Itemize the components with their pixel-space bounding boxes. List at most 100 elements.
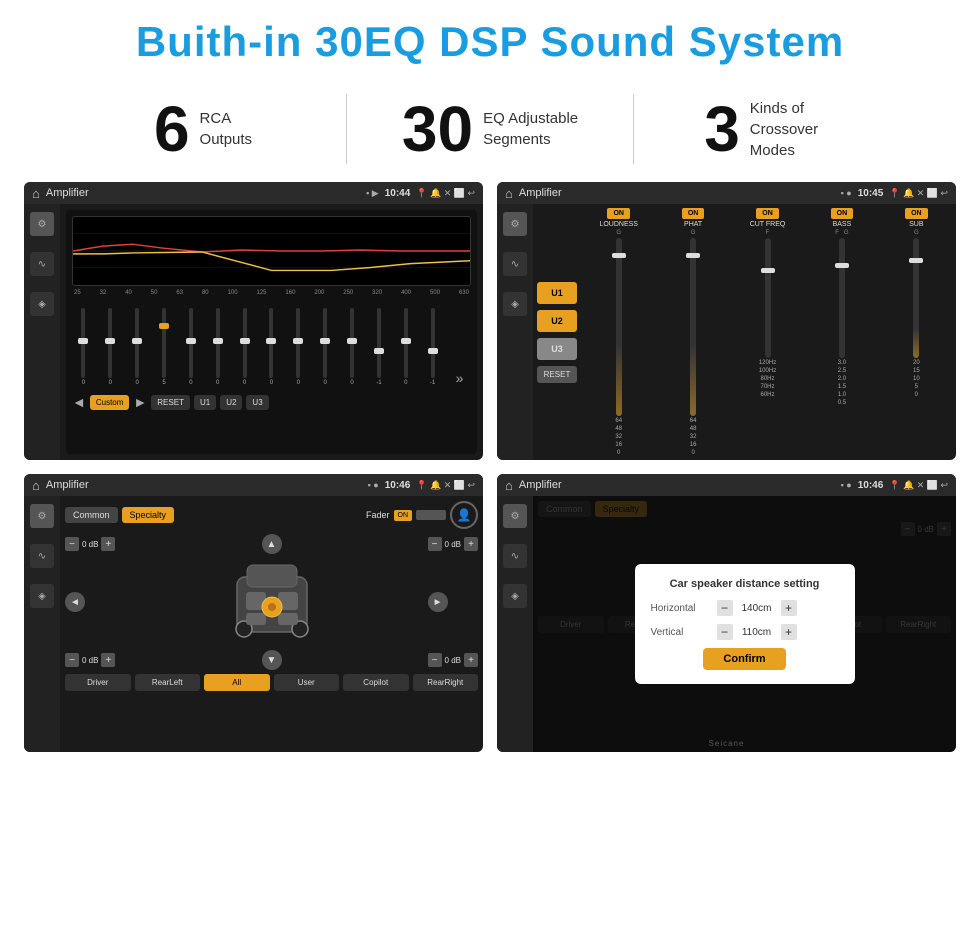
eq-slider-12[interactable]: -1 [367, 308, 390, 386]
eq-slider-10[interactable]: 0 [314, 308, 337, 386]
status-time-4: 10:46 [858, 480, 884, 491]
eq-slider-14[interactable]: -1 [421, 308, 444, 386]
home-icon-3[interactable]: ⌂ [32, 478, 40, 493]
screen-content-2: ⚙ ∿ ◈ U1 U2 U3 RESET [497, 204, 956, 460]
speaker-sidebar-icon-3[interactable]: ◈ [30, 584, 54, 608]
confirm-button[interactable]: Confirm [703, 648, 785, 670]
speaker-layout-3: − 0 dB + ▲ − 0 dB + ◄ [65, 534, 478, 670]
reset-btn[interactable]: RESET [537, 366, 577, 383]
wave-sidebar-icon-4[interactable]: ∿ [503, 544, 527, 568]
rearright-btn-3[interactable]: RearRight [413, 674, 479, 691]
eq-slider-1[interactable]: 0 [72, 308, 95, 386]
u2-btn[interactable]: U2 [537, 310, 577, 332]
horizontal-plus[interactable]: + [781, 600, 797, 616]
left-sidebar-3: ⚙ ∿ ◈ [24, 496, 60, 752]
distance-main: Common Specialty − 0 dB + Driver RearLef… [533, 496, 956, 752]
eq-main-area: 25 32 40 50 63 80 100 125 160 200 250 32… [60, 204, 483, 460]
eq-slider-13[interactable]: 0 [394, 308, 417, 386]
eq-sidebar-icon-4[interactable]: ⚙ [503, 504, 527, 528]
driver-btn-3[interactable]: Driver [65, 674, 131, 691]
horizontal-value: 140cm [737, 603, 777, 614]
stat-rca: 6 RCAOutputs [60, 97, 346, 161]
vertical-plus[interactable]: + [781, 624, 797, 640]
car-top: ▲ [118, 534, 424, 554]
left-sidebar-1: ⚙ ∿ ◈ [24, 204, 60, 460]
eq-slider-7[interactable]: 0 [233, 308, 256, 386]
screen-title-4: Amplifier [519, 479, 835, 491]
eq-sidebar-icon-2[interactable]: ⚙ [503, 212, 527, 236]
status-icons-4: 📍 🔔 ✕ ⬜ ↩ [889, 480, 948, 491]
eq-prev-icon[interactable]: ◄ [72, 394, 86, 410]
nav-right-3[interactable]: ► [428, 592, 448, 612]
eq-slider-3[interactable]: 0 [126, 308, 149, 386]
wave-sidebar-icon-2[interactable]: ∿ [503, 252, 527, 276]
eq-more[interactable]: » [448, 370, 471, 386]
common-tab-3[interactable]: Common [65, 507, 118, 523]
eq-slider-6[interactable]: 0 [206, 308, 229, 386]
dialog-overlay: Car speaker distance setting Horizontal … [533, 496, 956, 752]
home-icon-4[interactable]: ⌂ [505, 478, 513, 493]
status-time-3: 10:46 [385, 480, 411, 491]
copilot-btn-3[interactable]: Copilot [343, 674, 409, 691]
ch-loudness: ON LOUDNESS G 64 48 32 16 0 [583, 208, 654, 456]
eq-sidebar-icon-3[interactable]: ⚙ [30, 504, 54, 528]
eq-screen: ⌂ Amplifier ▪ ▶ 10:44 📍 🔔 ✕ ⬜ ↩ ⚙ ∿ ◈ [24, 182, 483, 460]
eq-u1-btn[interactable]: U1 [194, 395, 216, 410]
status-bar-3: ⌂ Amplifier ▪ ● 10:46 📍 🔔 ✕ ⬜ ↩ [24, 474, 483, 496]
header: Buith-in 30EQ DSP Sound System [0, 0, 980, 76]
eq-slider-5[interactable]: 0 [179, 308, 202, 386]
stat-crossover: 3 Kinds ofCrossover Modes [634, 97, 920, 161]
u-buttons-col: U1 U2 U3 RESET [537, 208, 577, 456]
stat-label-crossover: Kinds ofCrossover Modes [750, 98, 850, 161]
vertical-value: 110cm [737, 627, 777, 638]
all-btn-3[interactable]: All [204, 674, 270, 691]
eq-next-icon[interactable]: ► [133, 394, 147, 410]
stat-number-3: 3 [704, 97, 740, 161]
rearleft-btn-3[interactable]: RearLeft [135, 674, 201, 691]
stats-row: 6 RCAOutputs 30 EQ AdjustableSegments 3 … [0, 76, 980, 182]
u3-btn[interactable]: U3 [537, 338, 577, 360]
eq-slider-2[interactable]: 0 [99, 308, 122, 386]
speaker-sidebar-icon-4[interactable]: ◈ [503, 584, 527, 608]
channels-grid: ON LOUDNESS G 64 48 32 16 0 [583, 208, 952, 456]
eq-slider-9[interactable]: 0 [287, 308, 310, 386]
eq-reset-btn[interactable]: RESET [151, 395, 190, 410]
eq-custom-btn[interactable]: Custom [90, 395, 130, 410]
eq-u2-btn[interactable]: U2 [220, 395, 242, 410]
eq-sliders-row: 0 0 0 5 [72, 300, 471, 390]
speaker-sidebar-icon[interactable]: ◈ [30, 292, 54, 316]
user-btn-3[interactable]: User [274, 674, 340, 691]
fader-knob-3[interactable]: 👤 [450, 501, 478, 529]
stat-number-6: 6 [154, 97, 190, 161]
left-sidebar-4: ⚙ ∿ ◈ [497, 496, 533, 752]
home-icon-2[interactable]: ⌂ [505, 186, 513, 201]
u1-btn[interactable]: U1 [537, 282, 577, 304]
status-bar-1: ⌂ Amplifier ▪ ▶ 10:44 📍 🔔 ✕ ⬜ ↩ [24, 182, 483, 204]
vertical-minus[interactable]: − [717, 624, 733, 640]
eq-slider-8[interactable]: 0 [260, 308, 283, 386]
record-icons-2: ▪ ● [841, 188, 852, 198]
horizontal-label: Horizontal [651, 603, 711, 614]
nav-up-3[interactable]: ▲ [262, 534, 282, 554]
eq-slider-11[interactable]: 0 [341, 308, 364, 386]
ch-bass: ON BASS F G 3.0 2.5 2.0 1.5 1.0 0.5 [806, 208, 877, 456]
wave-sidebar-icon-3[interactable]: ∿ [30, 544, 54, 568]
home-icon-1[interactable]: ⌂ [32, 186, 40, 201]
ch-sub: ON SUB G 20 15 10 5 0 [881, 208, 952, 456]
screen-content-1: ⚙ ∿ ◈ [24, 204, 483, 460]
screen-title-2: Amplifier [519, 187, 835, 199]
stat-label-rca: RCAOutputs [200, 108, 253, 150]
status-icons-3: 📍 🔔 ✕ ⬜ ↩ [416, 480, 475, 491]
eq-u3-btn[interactable]: U3 [246, 395, 268, 410]
specialty-tab-3[interactable]: Specialty [122, 507, 175, 523]
fader-label-3: Fader [366, 510, 390, 520]
eq-slider-4[interactable]: 5 [153, 308, 176, 386]
nav-left-3[interactable]: ◄ [65, 592, 85, 612]
speaker-sidebar-icon-2[interactable]: ◈ [503, 292, 527, 316]
horizontal-minus[interactable]: − [717, 600, 733, 616]
fader-slider-3[interactable] [416, 510, 446, 520]
stat-label-eq: EQ AdjustableSegments [483, 108, 578, 150]
eq-sidebar-icon[interactable]: ⚙ [30, 212, 54, 236]
nav-down-3: ▼ [118, 650, 424, 670]
wave-sidebar-icon[interactable]: ∿ [30, 252, 54, 276]
